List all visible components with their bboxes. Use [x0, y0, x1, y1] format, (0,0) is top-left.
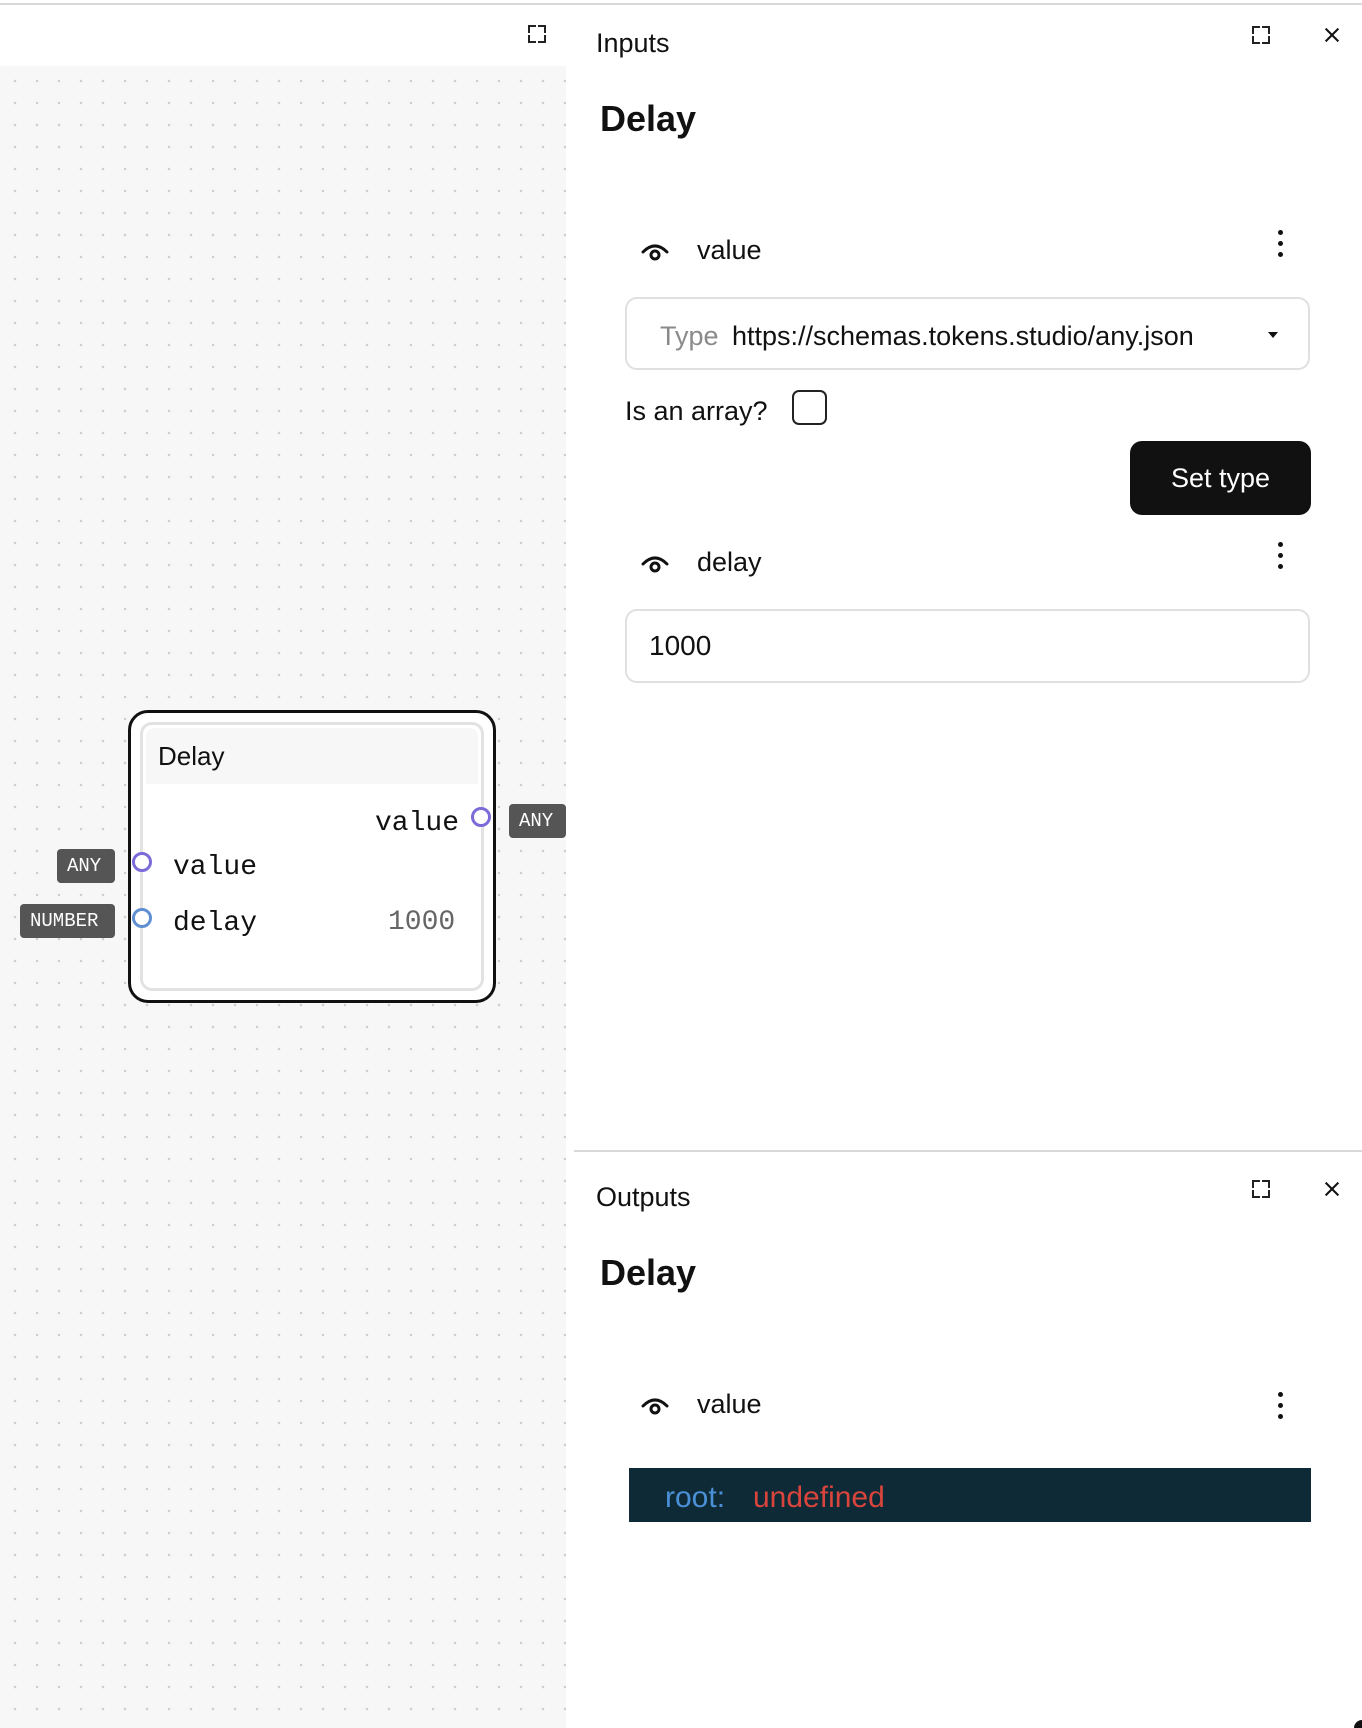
value-input-label: value	[697, 235, 762, 265]
canvas-expand-icon[interactable]	[526, 23, 548, 45]
value-more-icon[interactable]	[1276, 228, 1284, 260]
output-type-tag: ANY	[509, 804, 566, 838]
is-array-checkbox[interactable]	[792, 390, 827, 425]
inputs-close-icon[interactable]	[1321, 24, 1343, 46]
input-delay-type-tag: NUMBER	[20, 904, 115, 938]
inputs-panel: Inputs Delay value Type https://schemas.…	[574, 7, 1362, 1150]
value-eye-icon[interactable]	[640, 241, 670, 263]
outputs-node-name: Delay	[600, 1252, 697, 1293]
top-divider	[0, 0, 1362, 5]
output-port-value[interactable]	[471, 807, 491, 827]
outputs-expand-icon[interactable]	[1250, 1178, 1272, 1200]
node-input-value-label: value	[173, 852, 258, 883]
outputs-panel-title: Outputs	[596, 1182, 691, 1212]
input-port-delay[interactable]	[132, 908, 152, 928]
inputs-node-name: Delay	[600, 98, 697, 139]
input-value-type-tag: ANY	[57, 849, 115, 883]
node-input-delay-label: delay	[173, 908, 258, 939]
outputs-close-icon[interactable]	[1321, 1178, 1343, 1200]
delay-input-field[interactable]: 1000	[625, 609, 1310, 683]
inputs-panel-title: Inputs	[596, 28, 670, 58]
chevron-down-icon	[1268, 332, 1278, 338]
type-select-value: https://schemas.tokens.studio/any.json	[732, 321, 1194, 351]
output-value-eye-icon[interactable]	[640, 1395, 670, 1417]
outputs-panel: Outputs Delay value root: undefined	[574, 1150, 1362, 1728]
node-output-value-label: value	[375, 808, 460, 839]
delay-node[interactable]: Delay value value delay 1000	[128, 710, 496, 1003]
delay-more-icon[interactable]	[1276, 540, 1284, 572]
type-select[interactable]: Type https://schemas.tokens.studio/any.j…	[625, 297, 1310, 370]
delay-input-label: delay	[697, 547, 762, 577]
node-input-delay-value: 1000	[388, 907, 456, 938]
set-type-button[interactable]: Set type	[1130, 441, 1311, 515]
output-value-label: value	[697, 1389, 762, 1419]
graph-canvas[interactable]: Delay value value delay 1000 ANY ANY NUM…	[0, 7, 566, 1728]
json-root-value: undefined	[753, 1481, 885, 1514]
output-json-viewer[interactable]: root: undefined	[629, 1468, 1311, 1522]
canvas-header	[0, 7, 566, 66]
input-port-value[interactable]	[132, 852, 152, 872]
delay-eye-icon[interactable]	[640, 553, 670, 575]
json-root-key: root:	[665, 1481, 726, 1514]
output-value-more-icon[interactable]	[1276, 1390, 1284, 1422]
type-select-label: Type	[660, 321, 719, 351]
inputs-expand-icon[interactable]	[1250, 24, 1272, 46]
is-array-label: Is an array?	[625, 396, 768, 426]
node-title: Delay	[146, 728, 478, 784]
